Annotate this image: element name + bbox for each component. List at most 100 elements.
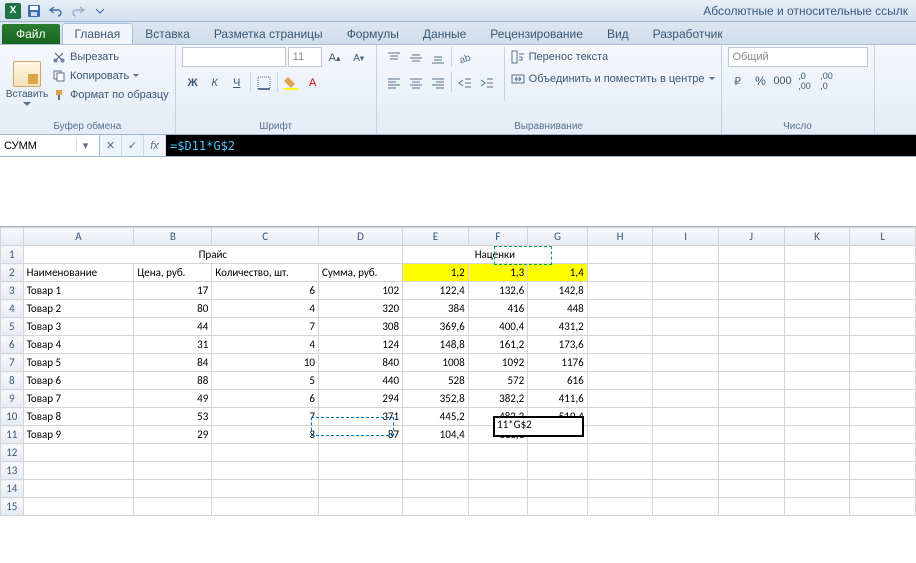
cell[interactable]: [318, 498, 402, 516]
cell[interactable]: [468, 480, 527, 498]
cell[interactable]: [850, 426, 916, 444]
cell[interactable]: [784, 336, 850, 354]
cell[interactable]: [653, 498, 719, 516]
name-box-dropdown[interactable]: ▾: [76, 139, 94, 152]
cell[interactable]: 616: [528, 372, 587, 390]
cell[interactable]: [718, 408, 784, 426]
cell[interactable]: [784, 444, 850, 462]
paste-button[interactable]: Вставить: [6, 47, 48, 119]
cell[interactable]: Сумма, руб.: [318, 264, 402, 282]
row-header[interactable]: 14: [1, 480, 24, 498]
cell[interactable]: 1176: [528, 354, 587, 372]
cell[interactable]: [528, 462, 587, 480]
cell[interactable]: 6: [212, 282, 319, 300]
col-header[interactable]: B: [134, 228, 212, 246]
cell[interactable]: [850, 462, 916, 480]
cell[interactable]: [784, 318, 850, 336]
accounting-icon[interactable]: ₽: [728, 70, 750, 92]
cell[interactable]: 17: [134, 282, 212, 300]
cell[interactable]: [653, 372, 719, 390]
wrap-text-button[interactable]: Перенос текста: [511, 47, 715, 66]
cell[interactable]: [212, 498, 319, 516]
cell[interactable]: 1,2: [403, 264, 469, 282]
cell[interactable]: [23, 498, 134, 516]
cell[interactable]: [587, 246, 653, 264]
cell[interactable]: [718, 372, 784, 390]
cell[interactable]: [653, 246, 719, 264]
cell[interactable]: 1,4: [528, 264, 587, 282]
cell[interactable]: 352,8: [403, 390, 469, 408]
cell[interactable]: [850, 444, 916, 462]
cell[interactable]: [718, 318, 784, 336]
row-header[interactable]: 12: [1, 444, 24, 462]
align-left-icon[interactable]: [383, 72, 405, 94]
cell[interactable]: 44: [134, 318, 212, 336]
col-header[interactable]: L: [850, 228, 916, 246]
row-header[interactable]: 13: [1, 462, 24, 480]
cell[interactable]: [718, 246, 784, 264]
name-box[interactable]: ▾: [0, 135, 100, 156]
tab-view[interactable]: Вид: [595, 24, 641, 44]
cell[interactable]: [718, 300, 784, 318]
cell[interactable]: [850, 336, 916, 354]
cell[interactable]: [212, 444, 319, 462]
redo-icon[interactable]: [68, 2, 88, 20]
cell[interactable]: [784, 390, 850, 408]
cell[interactable]: [587, 318, 653, 336]
cell[interactable]: [528, 444, 587, 462]
cell[interactable]: 294: [318, 390, 402, 408]
tab-review[interactable]: Рецензирование: [478, 24, 595, 44]
merge-center-button[interactable]: Объединить и поместить в центре: [511, 69, 715, 88]
cell[interactable]: [653, 336, 719, 354]
row-header[interactable]: 2: [1, 264, 24, 282]
cell[interactable]: 448: [528, 300, 587, 318]
cell[interactable]: 29: [134, 426, 212, 444]
cell[interactable]: [318, 462, 402, 480]
cell[interactable]: 31: [134, 336, 212, 354]
cell[interactable]: Товар 4: [23, 336, 134, 354]
cell[interactable]: 3: [212, 426, 319, 444]
cell[interactable]: [653, 480, 719, 498]
col-header[interactable]: G: [528, 228, 587, 246]
cell[interactable]: [784, 372, 850, 390]
cell[interactable]: Цена, руб.: [134, 264, 212, 282]
cell[interactable]: 104,4: [403, 426, 469, 444]
cell[interactable]: Количество, шт.: [212, 264, 319, 282]
cell[interactable]: 431,2: [528, 318, 587, 336]
cell[interactable]: [587, 426, 653, 444]
tab-home[interactable]: Главная: [62, 23, 134, 44]
cell[interactable]: 320: [318, 300, 402, 318]
cell[interactable]: 102: [318, 282, 402, 300]
cell[interactable]: [718, 426, 784, 444]
format-painter-button[interactable]: Формат по образцу: [52, 85, 169, 104]
number-format-select[interactable]: Общий: [728, 47, 868, 67]
row-header[interactable]: 5: [1, 318, 24, 336]
copy-button[interactable]: Копировать: [52, 66, 169, 85]
cell[interactable]: 384: [403, 300, 469, 318]
cell[interactable]: [653, 354, 719, 372]
italic-button[interactable]: К: [204, 72, 226, 94]
cell[interactable]: 400,4: [468, 318, 527, 336]
tab-page-layout[interactable]: Разметка страницы: [202, 24, 335, 44]
row-header[interactable]: 11: [1, 426, 24, 444]
cell[interactable]: [587, 480, 653, 498]
increase-indent-icon[interactable]: [476, 72, 498, 94]
cell[interactable]: 411,6: [528, 390, 587, 408]
cell[interactable]: [784, 426, 850, 444]
row-header[interactable]: 7: [1, 354, 24, 372]
underline-button[interactable]: Ч: [226, 72, 248, 94]
cell[interactable]: [587, 372, 653, 390]
insert-function-icon[interactable]: fx: [144, 135, 166, 156]
col-header[interactable]: F: [468, 228, 527, 246]
cell[interactable]: [653, 462, 719, 480]
cell[interactable]: 132,6: [468, 282, 527, 300]
increase-font-icon[interactable]: A▴: [324, 47, 346, 69]
cell[interactable]: 80: [134, 300, 212, 318]
cut-button[interactable]: Вырезать: [52, 47, 169, 66]
tab-formulas[interactable]: Формулы: [335, 24, 411, 44]
formula-input[interactable]: [166, 139, 916, 153]
cell[interactable]: [318, 444, 402, 462]
cell[interactable]: [784, 354, 850, 372]
cell[interactable]: [587, 282, 653, 300]
cell[interactable]: 5: [212, 372, 319, 390]
